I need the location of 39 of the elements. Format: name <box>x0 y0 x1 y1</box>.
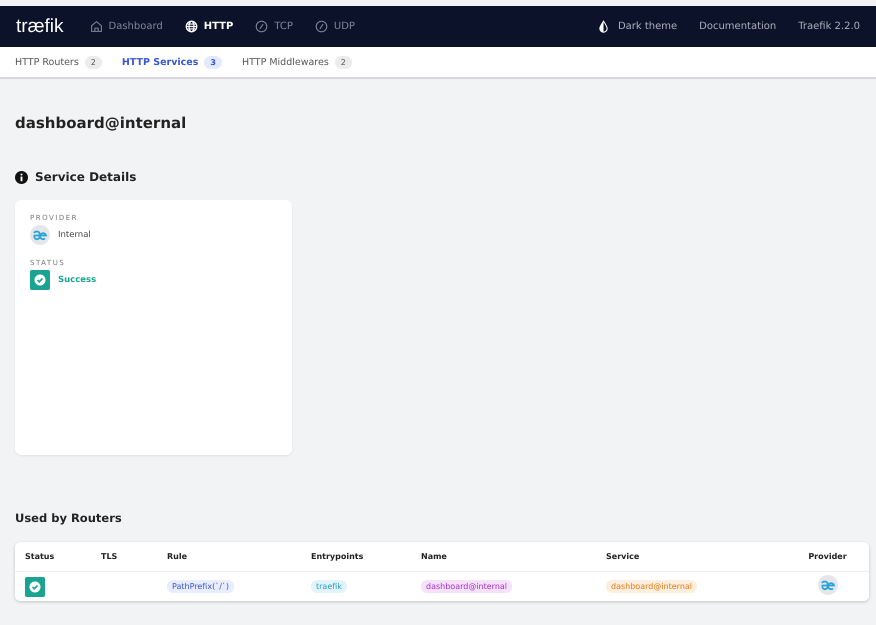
status-text: Success <box>58 275 96 285</box>
globe-icon <box>184 20 198 33</box>
router-name-tag: dashboard@internal <box>421 580 512 593</box>
provider-name: Internal <box>58 230 91 240</box>
service-tag: dashboard@internal <box>606 580 698 593</box>
nav-link[interactable]: Documentation <box>699 21 776 32</box>
page-title: dashboard@internal <box>15 114 188 132</box>
logo[interactable]: træfik <box>16 16 64 38</box>
column-header: TLS <box>101 552 118 561</box>
info-icon <box>15 170 28 184</box>
section-heading: Service Details <box>35 170 136 184</box>
column-header: Entrypoints <box>311 552 364 561</box>
nav-item[interactable]: TCP <box>255 20 293 33</box>
nav-link[interactable]: Traefik 2.2.0 <box>798 21 860 32</box>
contrast-icon <box>596 20 610 33</box>
nav-item[interactable]: Dashboard <box>90 20 163 33</box>
subnav-tab[interactable]: HTTP Middlewares 2 <box>242 56 352 68</box>
subnav-tab[interactable]: HTTP Services 3 <box>122 56 222 68</box>
gauge-icon <box>314 20 328 33</box>
column-header: Service <box>606 552 640 561</box>
home-icon <box>90 20 102 33</box>
entrypoint-tag: traefik <box>311 580 347 593</box>
provider-logo-icon <box>30 225 50 245</box>
nav-item[interactable]: HTTP <box>184 20 234 33</box>
rule-tag: PathPrefix(`/`) <box>167 580 234 593</box>
section-heading: Used by Routers <box>15 511 123 525</box>
column-header: Provider <box>807 552 848 561</box>
table-row[interactable]: PathPrefix(`/`) traefik dashboard@internal dashboard@internal <box>15 572 869 601</box>
count-badge: 2 <box>334 56 352 68</box>
provider-logo-icon <box>818 574 838 594</box>
column-header: Rule <box>167 552 188 561</box>
count-badge: 2 <box>84 56 102 68</box>
nav-link[interactable]: Dark theme <box>596 20 678 33</box>
count-badge: 3 <box>204 56 222 68</box>
nav-item[interactable]: UDP <box>314 20 355 33</box>
column-header: Name <box>421 552 448 561</box>
subnav-tab[interactable]: HTTP Routers 2 <box>15 56 102 68</box>
gauge-icon <box>255 20 268 33</box>
column-header: Status <box>25 552 56 561</box>
